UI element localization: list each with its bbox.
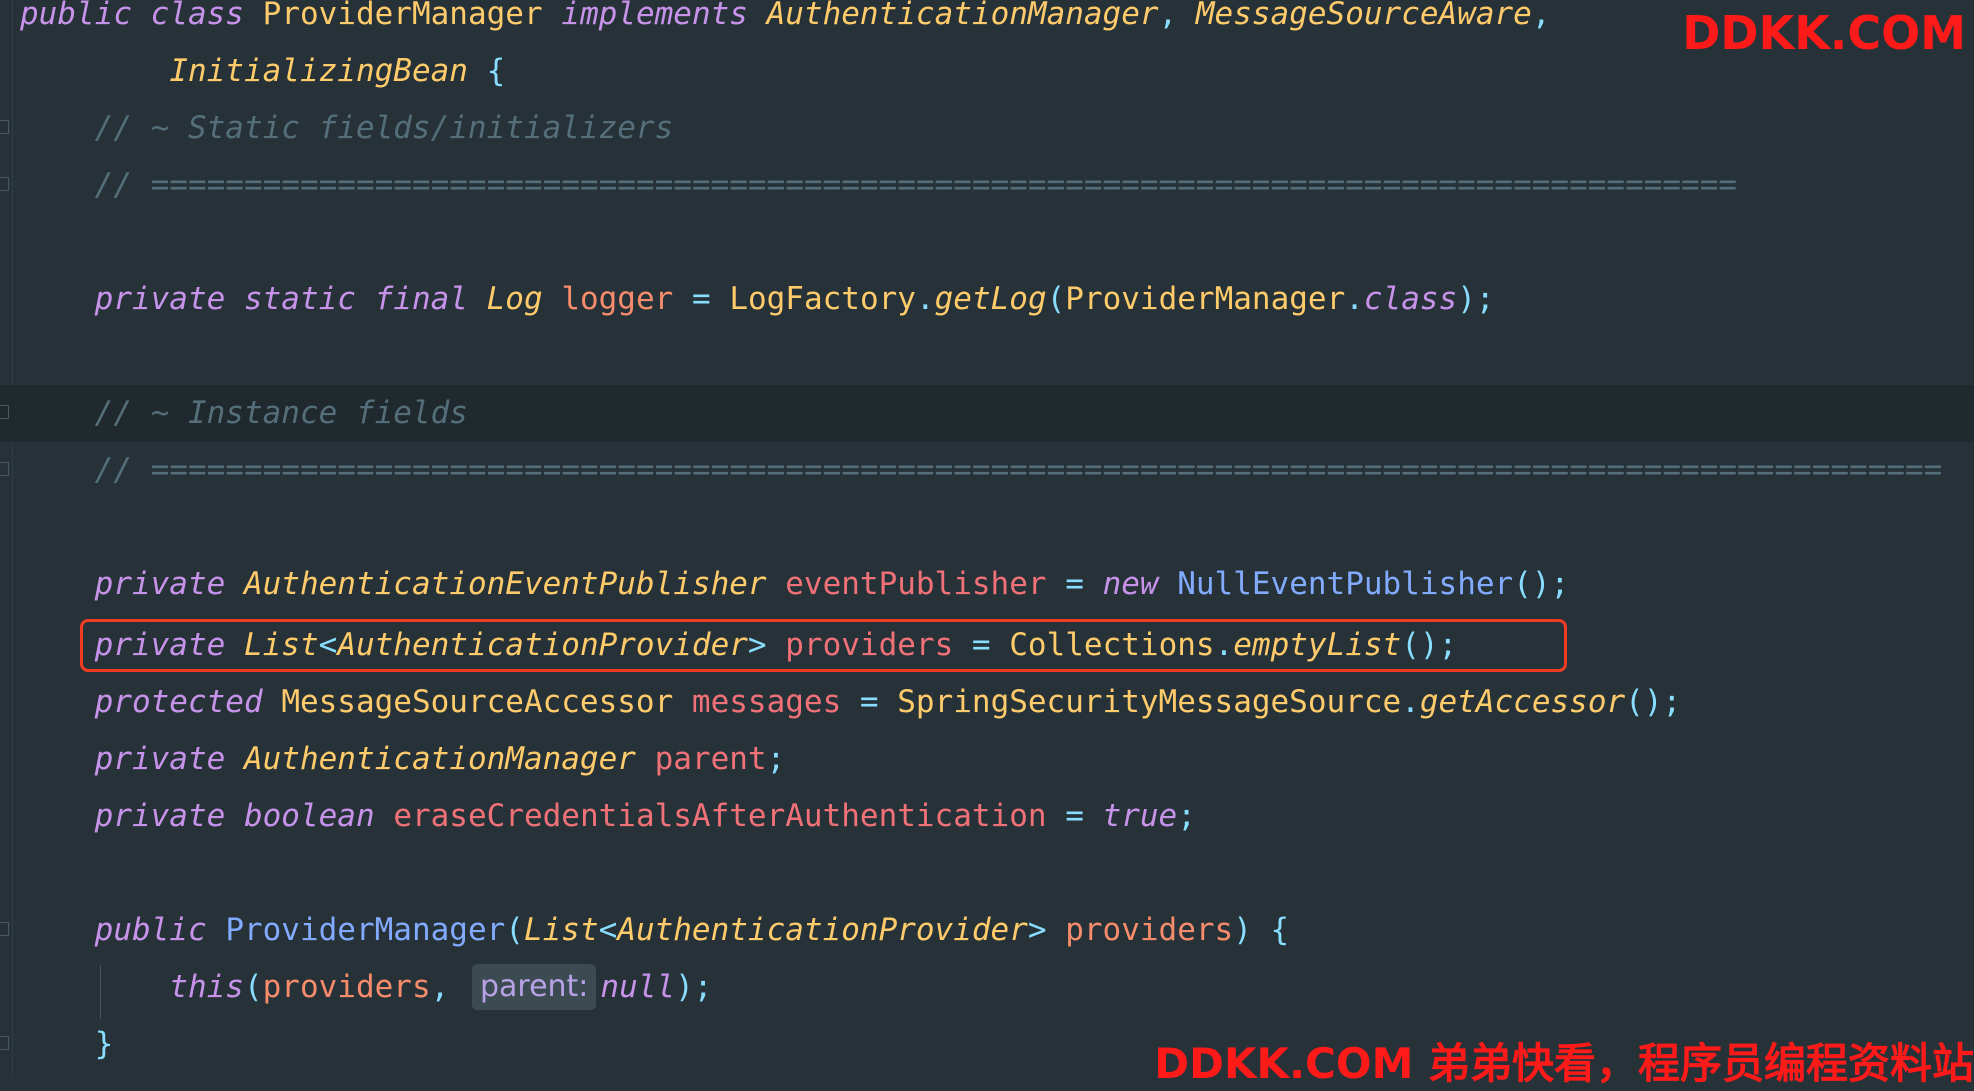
keyword: this [169,969,244,1005]
keyword: private [94,566,226,602]
interface-name: InitializingBean [169,53,468,89]
code-line[interactable]: private AuthenticationEventPublisher eve… [0,556,1974,613]
indent-guide [100,965,101,1019]
fold-icon[interactable] [0,120,9,134]
code-editor[interactable]: public class ProviderManager implements … [0,0,1974,1088]
code-line[interactable]: this(providers, parent: null); [0,959,1974,1016]
type-name: Log [486,281,543,317]
code-line[interactable]: InitializingBean { [0,43,1974,100]
parameter-name: providers [1065,912,1234,948]
keyword: public [20,0,132,32]
field-name: logger [561,281,674,317]
keyword: boolean [243,798,375,834]
keyword: class [150,0,244,32]
code-line-current[interactable]: // ~ Instance fields [0,385,1974,442]
field-name: eraseCredentialsAfterAuthentication [393,798,1047,834]
fold-icon[interactable] [0,462,9,476]
keyword: new [1102,566,1159,602]
keyword: public [94,912,207,948]
argument: providers [262,969,431,1005]
comment: // ~ Static fields/initializers [94,110,674,146]
highlight-box [80,619,1567,672]
code-line[interactable]: private static final Log logger = LogFac… [0,271,1974,328]
keyword: protected [94,684,263,720]
keyword: implements [561,0,748,32]
field-name: parent [654,741,767,777]
keyword: static [243,281,356,317]
comment: // =====================================… [94,452,1943,488]
code-line[interactable]: public class ProviderManager implements … [0,0,1974,43]
interface-name: MessageSourceAware [1195,0,1532,32]
class-name: SpringSecurityMessageSource [897,684,1402,720]
fold-icon[interactable] [0,177,9,191]
type-name: AuthenticationProvider [617,912,1028,948]
comment: // =====================================… [94,167,1738,203]
fold-icon[interactable] [0,1036,9,1050]
method-name: getLog [934,281,1047,317]
field-name: eventPublisher [785,566,1047,602]
type-name: AuthenticationEventPublisher [243,566,767,602]
keyword: class [1363,281,1458,317]
code-line[interactable]: // =====================================… [0,442,1974,499]
class-name: ProviderManager [262,0,543,32]
fold-icon[interactable] [0,922,9,936]
type-name: AuthenticationManager [243,741,636,777]
parameter-hint: parent: [471,964,597,1010]
keyword: true [1102,798,1178,834]
code-line[interactable]: private AuthenticationManager parent; [0,731,1974,788]
class-name: LogFactory [729,281,916,317]
class-name: MessageSourceAccessor [281,684,674,720]
code-line[interactable]: public ProviderManager(List<Authenticati… [0,902,1974,959]
keyword: private [94,741,226,777]
watermark-bottom: DDKK.COM 弟弟快看，程序员编程资料站 [1154,1039,1974,1088]
constructor-name: ProviderManager [225,912,506,948]
interface-name: AuthenticationManager [766,0,1159,32]
closing-brace: } [94,1026,114,1062]
code-line[interactable]: // ~ Static fields/initializers [0,100,1974,157]
code-line[interactable]: private boolean eraseCredentialsAfterAut… [0,788,1974,845]
comment: // ~ Instance fields [94,395,468,431]
keyword: final [374,281,468,317]
field-name: messages [691,684,842,720]
watermark-top: DDKK.COM [1682,6,1966,60]
fold-icon[interactable] [0,405,9,419]
class-name: ProviderManager [1065,281,1346,317]
keyword: private [94,281,226,317]
method-name: getAccessor [1419,684,1626,720]
keyword: private [94,798,226,834]
class-name: NullEventPublisher [1177,566,1514,602]
code-line[interactable]: // =====================================… [0,157,1974,214]
code-line[interactable]: protected MessageSourceAccessor messages… [0,674,1974,731]
type-name: List [523,912,599,948]
keyword: null [600,969,676,1005]
